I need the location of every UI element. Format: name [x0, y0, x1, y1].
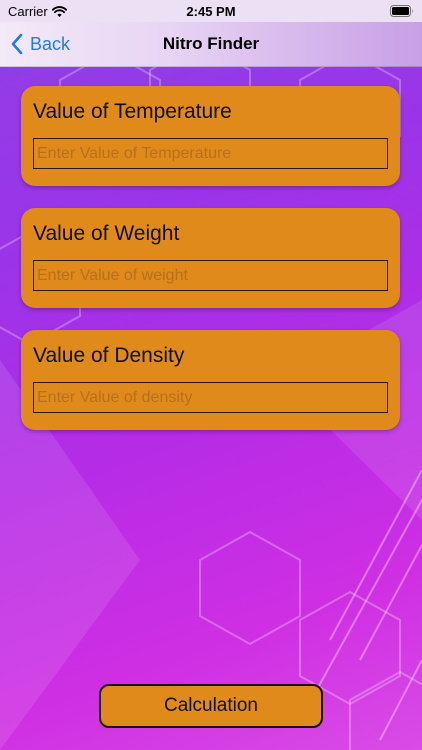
status-bar: Carrier 2:45 PM: [0, 0, 422, 22]
temperature-label: Value of Temperature: [33, 100, 232, 123]
temperature-input[interactable]: [33, 138, 388, 169]
status-time: 2:45 PM: [186, 4, 236, 19]
calculation-button[interactable]: Calculation: [99, 684, 323, 728]
density-input[interactable]: [33, 382, 388, 413]
weight-input[interactable]: [33, 260, 388, 291]
temperature-card: Value of Temperature: [21, 86, 400, 186]
density-card: Value of Density: [21, 330, 400, 430]
weight-card: Value of Weight: [21, 208, 400, 308]
app-screen: Carrier 2:45 PM Back Nitro Finder Value …: [0, 0, 422, 750]
back-label: Back: [30, 33, 71, 54]
weight-label: Value of Weight: [33, 222, 180, 245]
navigation-bar: Back Nitro Finder: [0, 22, 422, 67]
chevron-left-icon: [11, 33, 23, 55]
back-button[interactable]: Back: [10, 22, 70, 66]
battery-icon: [390, 5, 413, 17]
density-label: Value of Density: [33, 344, 185, 367]
